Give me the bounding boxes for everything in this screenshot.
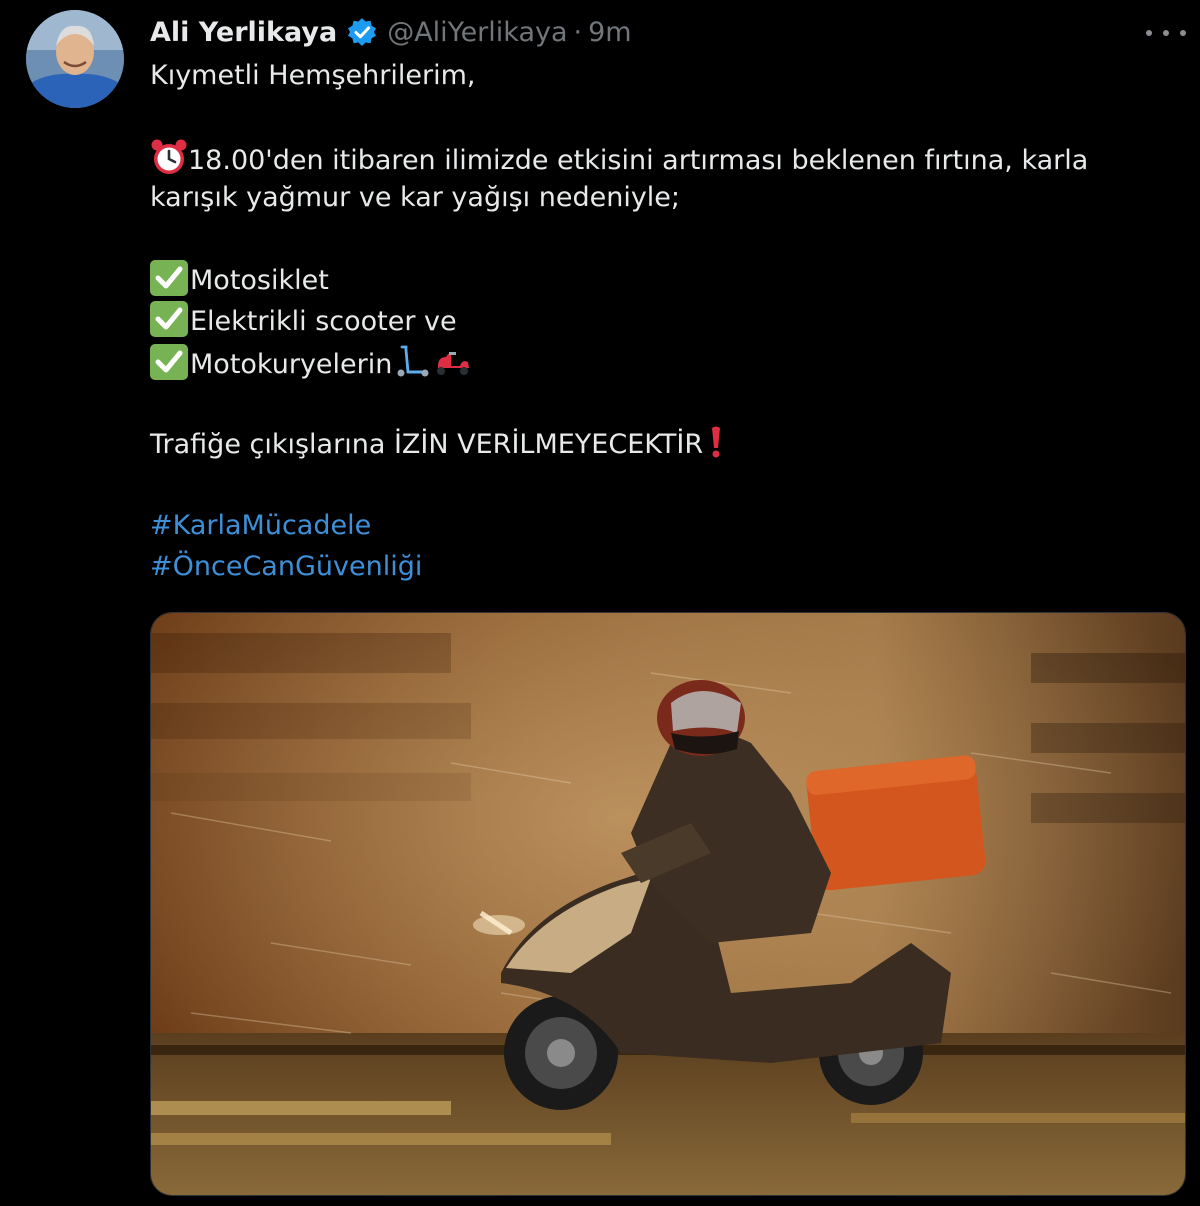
- timestamp[interactable]: 9m: [588, 17, 631, 48]
- tweet-media-image[interactable]: [150, 612, 1186, 1196]
- avatar[interactable]: [26, 10, 124, 108]
- warning-text: Trafiğe çıkışlarına İZİN VERİLMEYECEKTİR: [150, 429, 704, 460]
- kick-scooter-icon: [392, 342, 432, 392]
- check-mark-icon: [150, 301, 188, 337]
- tweet: Ali Yerlikaya @AliYerlikaya · 9m Kıymetl…: [0, 0, 1200, 1206]
- exclamation-icon: [709, 424, 723, 472]
- list-item-1-text: Motosiklet: [190, 265, 329, 296]
- list-item-3-text: Motokuryelerin: [190, 349, 393, 380]
- hashtag-2[interactable]: #ÖnceCanGüvenliği: [150, 547, 422, 587]
- display-name[interactable]: Ali Yerlikaya: [150, 17, 337, 48]
- motor-scooter-icon: [432, 342, 472, 392]
- tweet-header: Ali Yerlikaya @AliYerlikaya · 9m: [150, 12, 632, 52]
- more-options-icon[interactable]: [1146, 18, 1186, 48]
- tweet-line-1-text: 18.00'den itibaren ilimizde etkisini art…: [188, 145, 1089, 176]
- check-mark-icon: [150, 260, 188, 296]
- verified-badge-icon: [347, 17, 377, 47]
- separator-dot: ·: [573, 16, 583, 48]
- list-item-2-text: Elektrikli scooter ve: [190, 306, 457, 337]
- tweet-greeting: Kıymetli Hemşehrilerim,: [150, 60, 476, 91]
- warning-line: Trafiğe çıkışlarına İZİN VERİLMEYECEKTİR: [150, 424, 723, 472]
- hashtag-1[interactable]: #KarlaMücadele: [150, 506, 371, 546]
- list-item-1: Motosiklet: [150, 260, 329, 301]
- list-item-3: Motokuryelerin: [150, 342, 472, 392]
- handle[interactable]: @AliYerlikaya: [387, 17, 567, 48]
- check-mark-icon: [150, 344, 188, 380]
- list-item-2: Elektrikli scooter ve: [150, 301, 457, 342]
- tweet-line-2: karışık yağmur ve kar yağışı nedeniyle;: [150, 182, 681, 213]
